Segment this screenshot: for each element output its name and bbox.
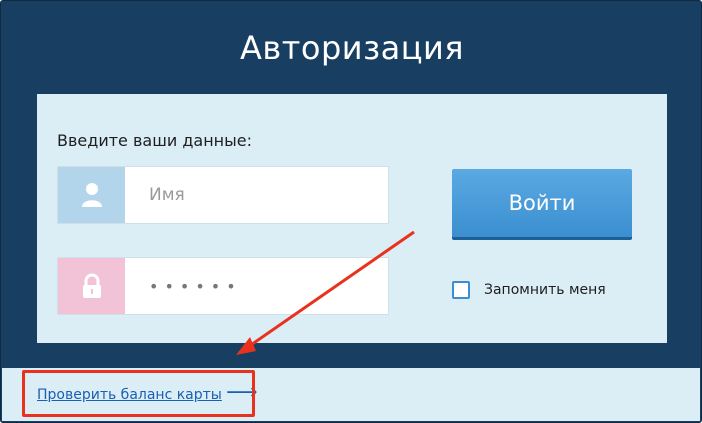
check-balance-link[interactable]: Проверить баланс карты bbox=[37, 387, 222, 403]
username-field[interactable] bbox=[57, 166, 389, 224]
password-field[interactable]: •••••• bbox=[57, 257, 389, 315]
form-prompt: Введите ваши данные: bbox=[57, 131, 252, 150]
remember-me[interactable]: Запомнить меня bbox=[452, 281, 606, 299]
user-icon bbox=[81, 183, 102, 207]
page-title: Авторизация bbox=[239, 29, 465, 67]
footer-bar: Проверить баланс карты ⟶ bbox=[2, 368, 700, 421]
lock-icon bbox=[82, 273, 101, 298]
remember-checkbox[interactable] bbox=[452, 281, 470, 299]
user-icon-box bbox=[58, 167, 125, 223]
login-button[interactable]: Войти bbox=[452, 169, 632, 240]
arrow-right-icon[interactable]: ⟶ bbox=[226, 380, 258, 405]
remember-label: Запомнить меня bbox=[484, 282, 606, 298]
auth-window: Авторизация Введите ваши данные: •••••• bbox=[0, 0, 702, 423]
password-input[interactable]: •••••• bbox=[125, 258, 388, 314]
login-panel: Введите ваши данные: •••••• Войти bbox=[37, 94, 667, 343]
username-input[interactable] bbox=[125, 167, 388, 223]
lock-icon-box bbox=[58, 258, 125, 314]
